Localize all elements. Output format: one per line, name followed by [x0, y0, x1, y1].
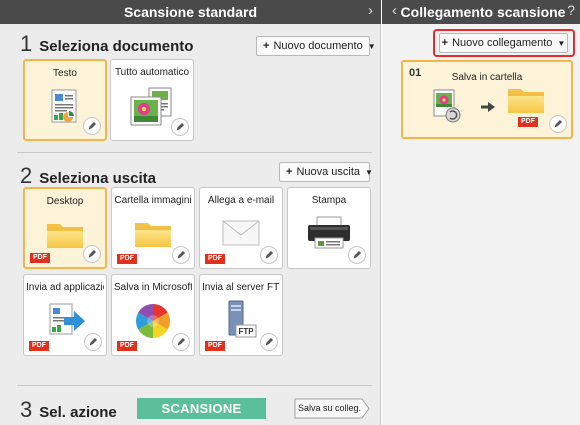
pdf-badge: PDF — [205, 341, 225, 351]
edit-pencil-icon[interactable] — [348, 246, 366, 264]
tile-label: Desktop — [46, 196, 84, 207]
new-output-button[interactable]: + Nuova uscita ▼ — [279, 162, 373, 182]
section-2-label: Seleziona uscita — [39, 170, 156, 187]
tile-label: Tutto automatico — [114, 67, 190, 78]
edit-pencil-icon[interactable] — [549, 115, 567, 133]
save-to-shortcut-button[interactable]: Salva su colleg. — [294, 398, 370, 419]
scanner-document-icon — [433, 89, 461, 123]
arrow-right-icon — [481, 102, 495, 112]
document-tile-tutto-automatico[interactable]: Tutto automatico — [110, 59, 194, 141]
section-2-number: 2 — [20, 163, 33, 188]
section-3-number: 3 — [20, 397, 33, 422]
envelope-icon — [222, 220, 260, 246]
output-tile-invia-applicazione[interactable]: Invia ad applicazio... PDF — [23, 274, 107, 356]
app-window: Scansione standard › 1 Seleziona documen… — [0, 0, 580, 425]
dropdown-caret-icon: ▼ — [557, 38, 566, 48]
save-to-shortcut-label: Salva su colleg. — [298, 403, 362, 413]
pdf-badge: PDF — [117, 254, 137, 264]
new-output-label: Nuova uscita — [296, 166, 361, 178]
standard-scan-panel: Scansione standard › 1 Seleziona documen… — [0, 0, 381, 425]
output-tile-allega-email[interactable]: Allega a e-mail PDF — [199, 187, 283, 269]
new-shortcut-highlight: + Nuovo collegamento ▼ — [433, 29, 575, 57]
new-shortcut-button[interactable]: + Nuovo collegamento ▼ — [439, 33, 568, 53]
text-document-icon — [51, 89, 77, 123]
folder-icon — [45, 219, 85, 251]
dropdown-caret-icon: ▼ — [367, 41, 376, 51]
output-tile-server-ftp[interactable]: Invia al server FTP FTP PDF — [199, 274, 283, 356]
pdf-badge: PDF — [205, 254, 225, 264]
plus-icon: + — [441, 37, 449, 49]
pdf-badge: PDF — [29, 341, 49, 351]
edit-pencil-icon[interactable] — [171, 118, 189, 136]
tile-label: Salva in Microsoft ... — [114, 282, 192, 293]
document-arrow-icon — [49, 303, 85, 335]
section-3-label: Sel. azione — [39, 404, 117, 421]
new-shortcut-label: Nuovo collegamento — [452, 37, 553, 49]
sharepoint-icon — [136, 304, 170, 338]
job-label: Salva in cartella — [451, 72, 523, 83]
standard-scan-title: Scansione standard — [123, 4, 258, 20]
shortcut-job-card[interactable]: 01 Salva in cartella PDF — [401, 60, 573, 139]
folder-icon — [506, 84, 546, 116]
dropdown-caret-icon: ▼ — [365, 167, 373, 177]
edit-pencil-icon[interactable] — [172, 246, 190, 264]
scan-shortcut-title-bar: ‹ Collegamento scansione ? — [382, 0, 580, 24]
section-divider — [17, 152, 372, 153]
collapse-chevron-icon[interactable]: › — [368, 2, 373, 19]
pdf-badge: PDF — [30, 253, 50, 263]
edit-pencil-icon[interactable] — [83, 245, 101, 263]
output-tile-desktop[interactable]: Desktop PDF — [23, 187, 107, 269]
edit-pencil-icon[interactable] — [260, 246, 278, 264]
section-1-label: Seleziona documento — [39, 38, 194, 55]
mixed-photos-icon — [130, 87, 172, 126]
scan-button[interactable]: SCANSIONE — [137, 398, 266, 419]
scan-shortcut-title: Collegamento scansione — [400, 4, 566, 20]
edit-pencil-icon[interactable] — [260, 333, 278, 351]
plus-icon: + — [286, 166, 293, 178]
output-tile-cartella-immagini[interactable]: Cartella immagini PDF — [111, 187, 195, 269]
output-tile-salva-microsoft[interactable]: Salva in Microsoft ... PDF — [111, 274, 195, 356]
document-tile-testo[interactable]: Testo — [23, 59, 107, 141]
plus-icon: + — [263, 40, 270, 52]
tile-label: Stampa — [311, 195, 347, 206]
ftp-server-icon: FTP — [228, 300, 257, 338]
tile-label: Cartella immagini — [114, 195, 192, 206]
standard-scan-title-bar: Scansione standard › — [0, 0, 381, 24]
new-document-label: Nuovo documento — [273, 40, 363, 52]
scan-shortcut-panel: ‹ Collegamento scansione ? + Nuovo colle… — [382, 0, 580, 425]
svg-text:FTP: FTP — [238, 327, 254, 336]
edit-pencil-icon[interactable] — [83, 117, 101, 135]
output-tile-stampa[interactable]: Stampa — [287, 187, 371, 269]
help-icon[interactable]: ? — [567, 2, 575, 18]
tile-label: Invia al server FTP — [202, 282, 280, 293]
section-1-number: 1 — [20, 31, 33, 56]
pdf-badge: PDF — [518, 117, 538, 127]
section-2-title: 2 Seleziona uscita — [20, 163, 156, 189]
folder-icon — [133, 218, 173, 250]
tile-label: Allega a e-mail — [207, 195, 275, 206]
edit-pencil-icon[interactable] — [172, 333, 190, 351]
new-document-button[interactable]: + Nuovo documento ▼ — [256, 36, 376, 56]
section-divider — [17, 385, 372, 386]
pdf-badge: PDF — [117, 341, 137, 351]
printer-icon — [308, 216, 350, 249]
edit-pencil-icon[interactable] — [84, 333, 102, 351]
section-1-title: 1 Seleziona documento — [20, 31, 193, 57]
tile-label: Invia ad applicazio... — [26, 282, 104, 293]
tile-label: Testo — [53, 68, 77, 79]
section-3-title: 3 Sel. azione — [20, 397, 117, 423]
